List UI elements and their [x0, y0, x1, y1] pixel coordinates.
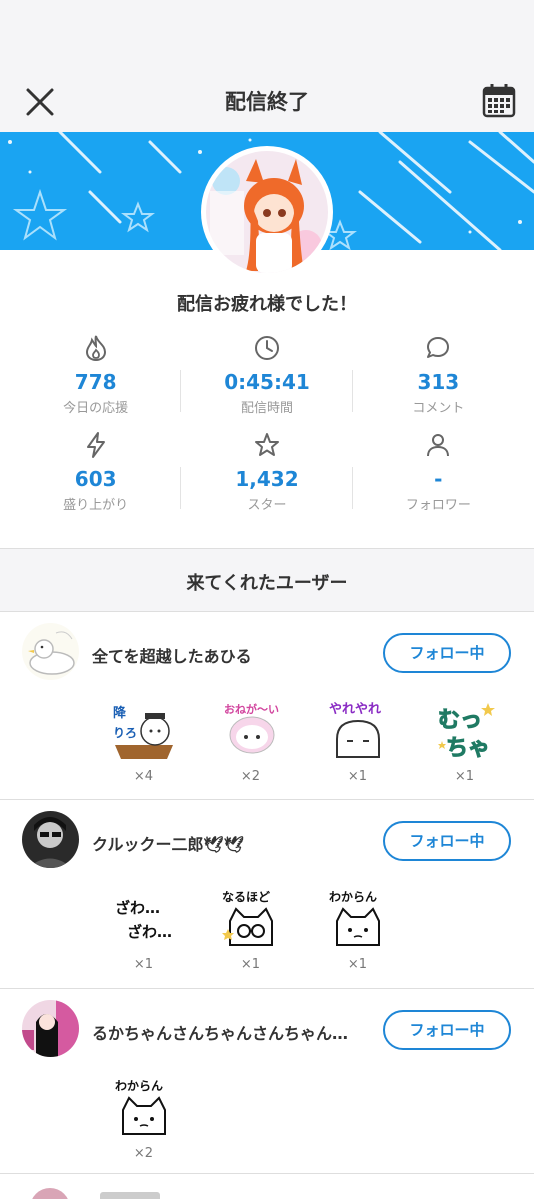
stamp-image: なるほど [218, 885, 284, 951]
stat-value: 603 [74, 467, 117, 491]
stat-label: 今日の応援 [63, 401, 129, 416]
stamp-item: わからん ×1 [304, 885, 411, 972]
stamp-count: ×1 [454, 769, 475, 784]
visitor-item: るかちゃんさんちゃんさんちゃん… フォロー中 わからん ×2 [0, 990, 534, 1174]
following-button[interactable]: フォロー中 [383, 821, 511, 861]
visitor-name [100, 1192, 160, 1199]
stamp-count: ×2 [240, 769, 261, 784]
stat-label: フォロワー [405, 498, 471, 513]
header: 配信終了 [0, 70, 534, 132]
stamp-count: ×2 [133, 1146, 154, 1161]
calendar-icon[interactable] [482, 82, 516, 118]
svg-text:りろ: りろ [113, 726, 137, 740]
svg-text:むっ: むっ [438, 708, 482, 733]
avatar[interactable] [22, 811, 79, 868]
visitor-name[interactable]: クルックー二郎🕊🕊 [92, 831, 362, 855]
page-title: 配信終了 [225, 90, 309, 114]
stamp-count: ×1 [133, 957, 154, 972]
stat-value: - [434, 467, 443, 491]
stamp-image: 降 りろ [111, 697, 177, 763]
stat-cheers: 778 今日の応援 [10, 330, 182, 427]
visitor-item: 全てを超越したあひる フォロー中 降 りろ ×4 おねが〜い ×2 やれやれ ×… [0, 613, 534, 800]
visitor-name[interactable]: るかちゃんさんちゃんさんちゃん… [92, 1020, 362, 1044]
stat-stars: 1,432 スター [181, 427, 353, 524]
section-title: 来てくれたユーザー [186, 573, 348, 594]
flame-icon [85, 335, 106, 362]
stat-value: 778 [74, 370, 117, 394]
stat-followers: - フォロワー [353, 427, 524, 524]
clock-icon [254, 336, 279, 360]
comment-icon [427, 337, 450, 358]
svg-text:降: 降 [113, 705, 127, 721]
stamp-item: やれやれ ×1 [304, 697, 411, 784]
streamer-avatar [201, 146, 333, 278]
following-button[interactable]: フォロー中 [383, 1010, 511, 1050]
stat-value: 0:45:41 [224, 370, 310, 394]
svg-text:わからん: わからん [115, 1079, 163, 1093]
stat-label: コメント [412, 401, 465, 416]
stamp-image: わからん [111, 1074, 177, 1140]
svg-text:ざわ…: ざわ… [127, 923, 172, 941]
avatar[interactable] [22, 623, 79, 680]
stamp-image: ざわ… ざわ… [111, 885, 177, 951]
stats-grid: 778 今日の応援 0:45:41 配信時間 313 コメント 603 盛り上が… [10, 330, 524, 524]
stamp-item: ざわ… ざわ… ×1 [90, 885, 197, 972]
visitors-section-header: 来てくれたユーザー [0, 548, 534, 612]
stat-duration: 0:45:41 配信時間 [181, 330, 353, 427]
stamp-count: ×1 [347, 769, 368, 784]
svg-text:おねが〜い: おねが〜い [224, 702, 279, 716]
stamp-item: おねが〜い ×2 [197, 697, 304, 784]
stamp-item: わからん ×2 [90, 1074, 197, 1161]
visitor-item: クルックー二郎🕊🕊 フォロー中 ざわ… ざわ… ×1 なるほど ×1 わからん … [0, 801, 534, 989]
stamp-count: ×4 [133, 769, 154, 784]
stamp-image: むっ ちゃ [432, 697, 498, 763]
svg-text:わからん: わからん [329, 890, 377, 904]
person-icon [427, 434, 450, 457]
stamp-image: やれやれ [325, 697, 391, 763]
avatar[interactable] [30, 1188, 70, 1199]
stamp-count: ×1 [240, 957, 261, 972]
stat-label: スター [247, 498, 287, 513]
stat-value: 1,432 [235, 467, 299, 491]
stat-label: 盛り上がり [63, 498, 129, 513]
stat-excitement: 603 盛り上がり [10, 427, 182, 524]
stamp-count: ×1 [347, 957, 368, 972]
stamp-item: 降 りろ ×4 [90, 697, 197, 784]
following-button[interactable]: フォロー中 [383, 633, 511, 673]
thanks-message: 配信お疲れ様でした！ [177, 294, 357, 315]
stamp-image: わからん [325, 885, 391, 951]
stat-value: 313 [417, 370, 460, 394]
svg-text:やれやれ: やれやれ [329, 702, 381, 717]
svg-text:なるほど: なるほど [222, 890, 270, 904]
stamp-image: おねが〜い [218, 697, 284, 763]
lightning-icon [86, 432, 105, 458]
star-icon [254, 433, 279, 456]
svg-text:ざわ…: ざわ… [115, 899, 160, 917]
stamp-item: なるほど ×1 [197, 885, 304, 972]
stat-label: 配信時間 [240, 401, 293, 416]
stamp-item: むっ ちゃ ×1 [411, 697, 518, 784]
visitor-name[interactable]: 全てを超越したあひる [92, 643, 362, 667]
stat-comments: 313 コメント [353, 330, 524, 427]
status-bar [0, 0, 534, 70]
avatar[interactable] [22, 1000, 79, 1057]
svg-text:ちゃ: ちゃ [446, 736, 490, 761]
